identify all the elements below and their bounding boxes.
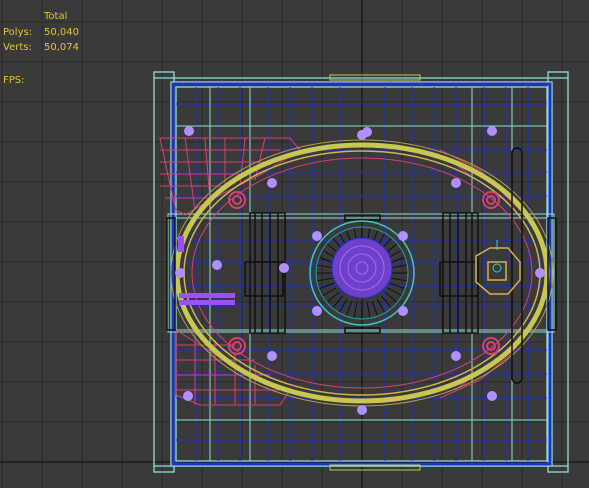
stats-verts-value: 50,074 [44,42,79,53]
model-purple-labels [178,236,235,305]
stats-verts-label: Verts: [3,42,32,53]
disc-spoke [384,291,397,303]
vertex-point-icon [487,391,497,401]
disc-spoke [371,301,378,316]
vertex-point-icon [451,178,461,188]
disc-spoke [346,301,353,316]
vertex-point-icon [279,263,289,273]
vertex-point-icon [312,306,322,316]
vertex-point-icon [487,126,497,136]
stats-total-label: Total [44,11,68,22]
disc-spoke [339,298,348,313]
model-cyan-detail-right [492,240,502,273]
viewport-statistics: Total Polys: 50,040 Verts: 50,074 FPS: [0,0,160,95]
stats-fps-label: FPS: [3,75,25,86]
vertex-point-icon [183,391,193,401]
disc-spoke [322,287,337,296]
vertex-point-icon [357,130,367,140]
vertex-point-icon [312,231,322,241]
disc-spoke [391,277,407,282]
vertex-point-icon [184,126,194,136]
model-yellow-wheel [475,247,521,295]
vertex-point-icon [267,351,277,361]
disc-spoke [391,264,407,269]
vertex-point-icon [535,268,545,278]
disc-spoke [376,298,385,313]
disc-spoke [353,302,358,318]
vertex-point-icon [451,351,461,361]
vertex-point-icon [398,231,408,241]
disc-spoke [327,291,340,303]
disc-spoke [317,277,333,282]
disc-spoke [366,302,371,318]
vertex-point-icon [175,268,185,278]
disc-spoke [317,264,333,269]
vertex-point-icon [212,260,222,270]
stats-polys-value: 50,040 [44,27,79,38]
disc-spoke [387,287,402,296]
vertex-point-icon [357,405,367,415]
stats-polys-label: Polys: [3,27,33,38]
vertex-point-icon [398,306,408,316]
vertex-point-icon [267,178,277,188]
